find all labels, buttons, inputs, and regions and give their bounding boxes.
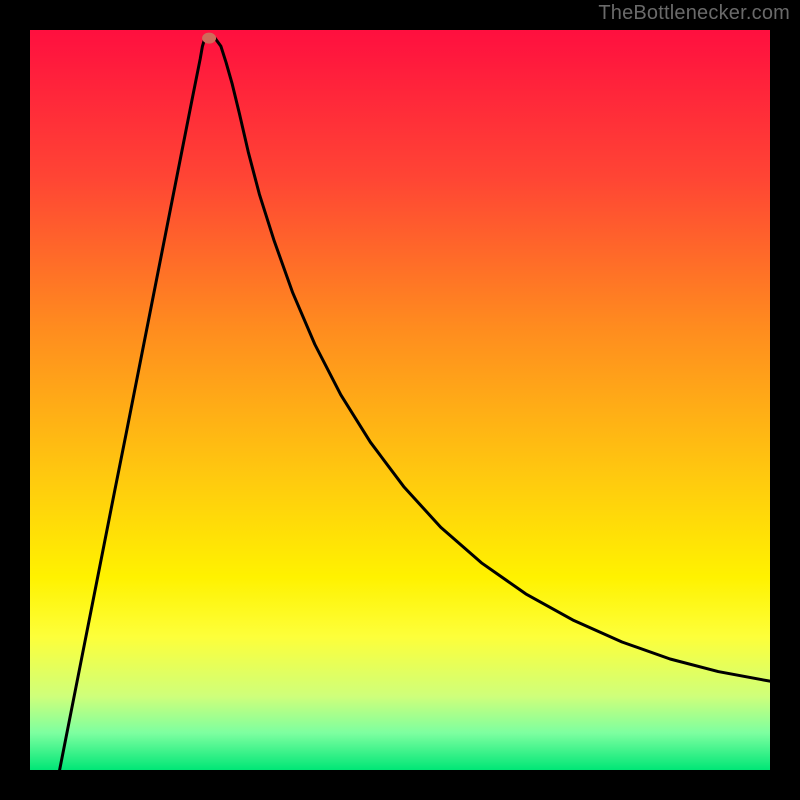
plot-area (30, 30, 770, 770)
optimum-marker (202, 33, 216, 44)
gradient-background (30, 30, 770, 770)
chart-frame: TheBottlenecker.com (0, 0, 800, 800)
watermark-text: TheBottlenecker.com (598, 2, 790, 25)
chart-svg (30, 30, 770, 770)
